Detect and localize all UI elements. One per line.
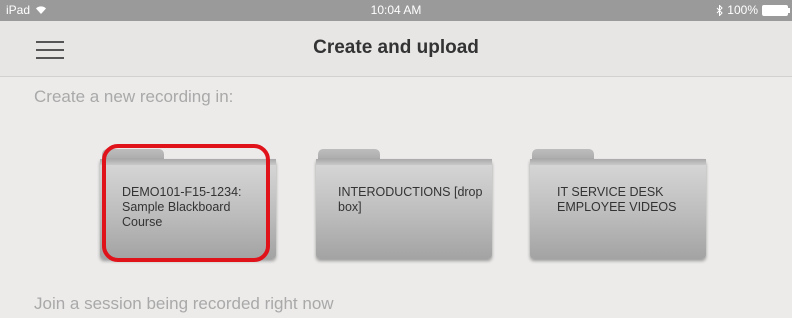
join-session-heading: Join a session being recorded right now xyxy=(34,294,334,313)
folder-demo101-course[interactable]: DEMO101-F15-1234: Sample Blackboard Cour… xyxy=(100,149,276,259)
folder-it-service-desk[interactable]: IT SERVICE DESK EMPLOYEE VIDEOS xyxy=(530,149,706,259)
folder-label: DEMO101-F15-1234: Sample Blackboard Cour… xyxy=(122,185,242,229)
folder-body: DEMO101-F15-1234: Sample Blackboard Cour… xyxy=(100,159,276,259)
navigation-bar: Create and upload xyxy=(0,21,792,77)
page-title: Create and upload xyxy=(313,37,479,58)
folder-body: INTERODUCTIONS [drop box] xyxy=(316,159,492,259)
bluetooth-icon xyxy=(716,4,724,16)
create-recording-heading: Create a new recording in: xyxy=(34,87,234,106)
folder-body: IT SERVICE DESK EMPLOYEE VIDEOS xyxy=(530,159,706,259)
battery-icon xyxy=(762,4,790,16)
battery-percent: 100% xyxy=(727,3,758,17)
folder-introductions-dropbox[interactable]: INTERODUCTIONS [drop box] xyxy=(316,149,492,259)
folder-label: INTERODUCTIONS [drop box] xyxy=(338,185,483,214)
status-right: 100% xyxy=(716,3,790,17)
status-bar: iPad 10:04 AM 100% xyxy=(0,0,792,21)
status-time: 10:04 AM xyxy=(370,3,422,17)
battery-fill xyxy=(763,5,787,15)
folder-label: IT SERVICE DESK EMPLOYEE VIDEOS xyxy=(557,185,677,214)
